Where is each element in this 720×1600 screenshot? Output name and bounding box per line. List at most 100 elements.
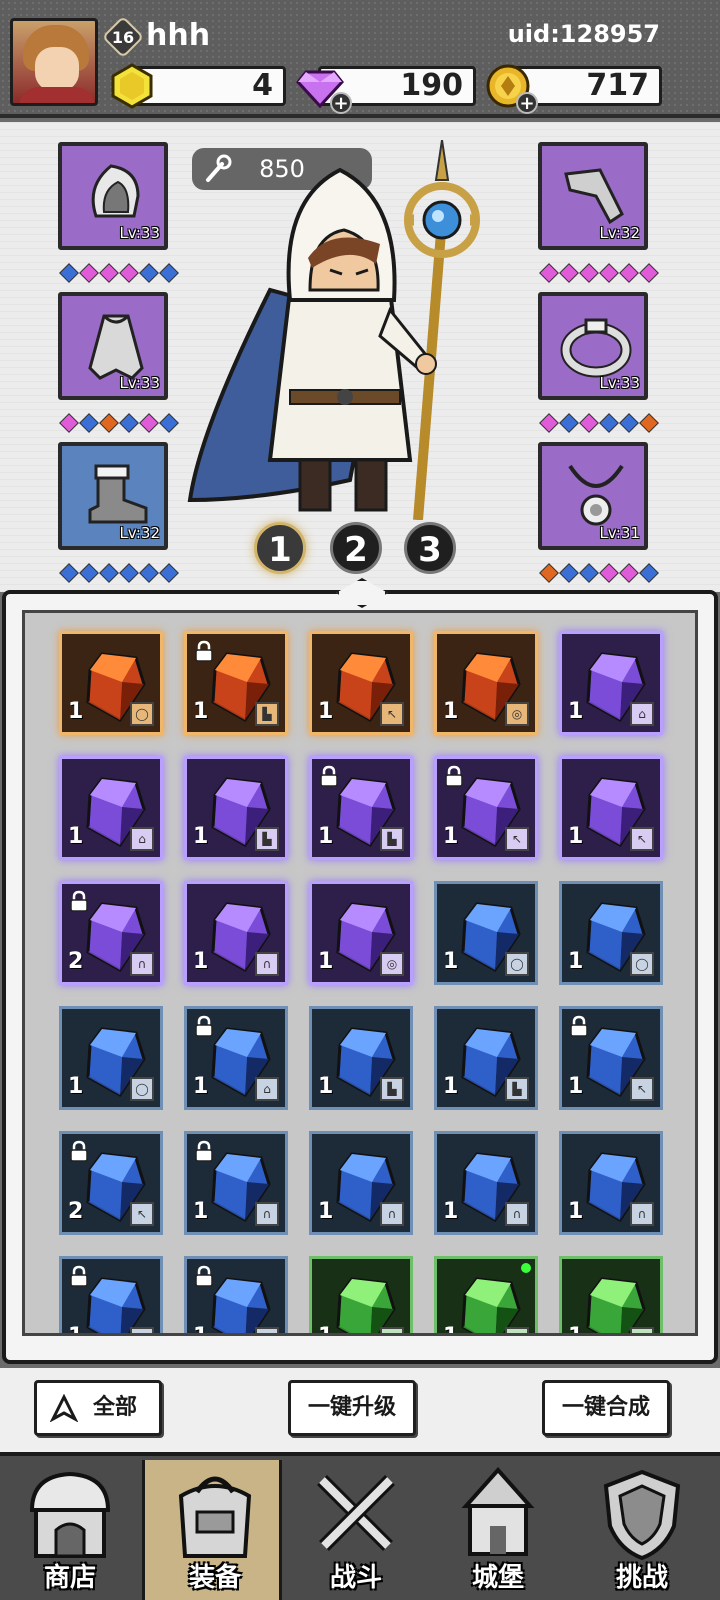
amulet-level: Lv:31: [599, 524, 640, 542]
item-count: 1: [193, 1074, 209, 1099]
hood-type-icon: ∩: [630, 1202, 654, 1226]
nav-battle[interactable]: 战斗: [286, 1460, 426, 1600]
inventory-item[interactable]: 1 ∩: [309, 1131, 413, 1235]
item-count: 1: [443, 824, 459, 849]
item-count: 1: [568, 1324, 583, 1333]
boot-gem-sockets: [59, 563, 179, 583]
inventory-item[interactable]: 1◎: [309, 881, 413, 985]
lock-icon: [195, 640, 213, 662]
inventory-item[interactable]: 1◎: [434, 631, 538, 735]
inventory-item[interactable]: 1◯: [434, 1256, 538, 1333]
ring-type-icon: ◯: [505, 1327, 529, 1333]
inventory-item[interactable]: 1 ⌂: [559, 631, 663, 735]
inventory-item[interactable]: 1 ⌂: [59, 756, 163, 860]
inventory-item[interactable]: 1 ▙: [309, 756, 413, 860]
nav-castle[interactable]: 城堡: [428, 1460, 568, 1600]
inventory-item[interactable]: 1◎: [184, 1256, 288, 1333]
item-count: 1: [318, 824, 334, 849]
ring-type-icon: ◯: [130, 702, 154, 726]
nav-equipment[interactable]: 装备: [142, 1460, 282, 1600]
inventory-item[interactable]: 2 ∩: [59, 881, 163, 985]
cape-level: Lv:33: [119, 374, 160, 392]
inventory-item[interactable]: 1 ∩: [559, 1131, 663, 1235]
inventory-item[interactable]: 1 ↖: [434, 756, 538, 860]
inventory-item[interactable]: 1 ▙: [184, 756, 288, 860]
hood-level: Lv:33: [119, 224, 160, 242]
preset-1-button[interactable]: 1: [254, 522, 306, 574]
player-name: hhh: [146, 18, 211, 53]
inventory-item[interactable]: 1◯: [309, 1256, 413, 1333]
inventory-item[interactable]: 2 ↖: [59, 1131, 163, 1235]
amulet-slot[interactable]: Lv:31: [538, 442, 648, 550]
item-count: 1: [568, 824, 584, 849]
hood-type-icon: ∩: [255, 1202, 279, 1226]
bracer-type-icon: ↖: [505, 827, 529, 851]
upgrade-all-button[interactable]: 一键升级: [288, 1380, 416, 1436]
item-count: 1: [318, 1199, 334, 1224]
ring-type-icon: ◯: [505, 952, 529, 976]
hood-slot[interactable]: Lv:33: [58, 142, 168, 250]
inventory-item[interactable]: 1 ∩: [434, 1131, 538, 1235]
inventory-item[interactable]: 1 ↖: [309, 631, 413, 735]
inventory-item[interactable]: 1 ▙: [184, 631, 288, 735]
preset-3-button[interactable]: 3: [404, 522, 456, 574]
challenge-shield-icon: [603, 1469, 681, 1561]
inventory-item[interactable]: 1 ↖: [559, 756, 663, 860]
inventory-item[interactable]: 1◯: [434, 881, 538, 985]
nav-challenge[interactable]: 挑战: [572, 1460, 712, 1600]
nav-challenge-label: 挑战: [615, 1563, 668, 1593]
amulet-gem-sockets: [539, 563, 659, 583]
boot-type-icon: ▙: [380, 1077, 404, 1101]
inventory-item[interactable]: 1 ∩: [184, 1131, 288, 1235]
nav-equipment-label: 装备: [188, 1563, 241, 1593]
top-bar: 16 hhh uid:128957 4 190 + 717 +: [0, 0, 720, 118]
lock-icon: [195, 1140, 213, 1162]
inventory-item[interactable]: 1◯: [559, 881, 663, 985]
cape-type-icon: ⌂: [630, 702, 654, 726]
item-count: 1: [68, 1074, 84, 1099]
boot-slot[interactable]: Lv:32: [58, 442, 168, 550]
inventory-item[interactable]: 1◎: [59, 1256, 163, 1333]
boot-type-icon: ▙: [380, 827, 404, 851]
item-count: 1: [318, 1074, 334, 1099]
inventory-scroll-area[interactable]: 1 ◯ 1 ▙ 1 ↖ 1 ◎ 1 ⌂ 1 ⌂ 1 ▙ 1 ▙ 1 ↖ 1 ↖ 2 ∩ 1 ∩ 1 ◎ 1 ◯ 1 ◯ 1 ◯ 1 ⌂ 1 ▙ 1 ▙ 1 ↖…: [22, 610, 698, 1336]
nav-castle-label: 城堡: [471, 1563, 524, 1593]
ring-type-icon: ◯: [630, 952, 654, 976]
amulet-type-icon: ◎: [505, 702, 529, 726]
merge-all-button[interactable]: 一键合成: [542, 1380, 670, 1436]
hood-type-icon: ∩: [130, 952, 154, 976]
ring-gem-sockets: [539, 413, 659, 433]
item-count: 1: [568, 949, 584, 974]
player-avatar[interactable]: [10, 18, 98, 106]
filter-arrow-icon: [50, 1394, 78, 1422]
nav-battle-label: 战斗: [329, 1563, 382, 1593]
ring-slot[interactable]: Lv:33: [538, 292, 648, 400]
cape-type-icon: ⌂: [255, 1077, 279, 1101]
inventory-item[interactable]: 1 ▙: [309, 1006, 413, 1110]
item-count: 1: [193, 1324, 208, 1333]
add-gold-coin-button[interactable]: +: [516, 92, 538, 114]
bracer-type-icon: ↖: [630, 827, 654, 851]
castle-icon: [461, 1466, 535, 1556]
ring-type-icon: ◯: [380, 1327, 404, 1333]
nav-shop[interactable]: 商店: [0, 1460, 140, 1600]
inventory-grid: 1 ◯ 1 ▙ 1 ↖ 1 ◎ 1 ⌂ 1 ⌂ 1 ▙ 1 ▙ 1 ↖ 1 ↖ 2 ∩ 1 ∩ 1 ◎ 1 ◯ 1 ◯ 1 ◯ 1 ⌂ 1 ▙ 1 ▙ 1 ↖…: [59, 631, 663, 1333]
shop-icon: [29, 1471, 111, 1558]
add-purple-gem-button[interactable]: +: [330, 92, 352, 114]
item-count: 1: [318, 699, 334, 724]
inventory-item[interactable]: 1 ▙: [434, 1006, 538, 1110]
inventory-item[interactable]: 1◯: [59, 631, 163, 735]
player-level: 16: [111, 28, 135, 47]
inventory-item[interactable]: 1◯: [559, 1256, 663, 1333]
inventory-item[interactable]: 1 ↖: [559, 1006, 663, 1110]
cape-slot[interactable]: Lv:33: [58, 292, 168, 400]
ring-type-icon: ◯: [630, 1327, 654, 1333]
inventory-item[interactable]: 1◯: [59, 1006, 163, 1110]
item-count: 1: [568, 699, 584, 724]
inventory-item[interactable]: 1 ⌂: [184, 1006, 288, 1110]
filter-label: 全部: [92, 1395, 137, 1420]
preset-2-button[interactable]: 2: [330, 522, 382, 574]
item-count: 1: [443, 1074, 459, 1099]
inventory-item[interactable]: 1 ∩: [184, 881, 288, 985]
bracer-slot[interactable]: Lv:32: [538, 142, 648, 250]
